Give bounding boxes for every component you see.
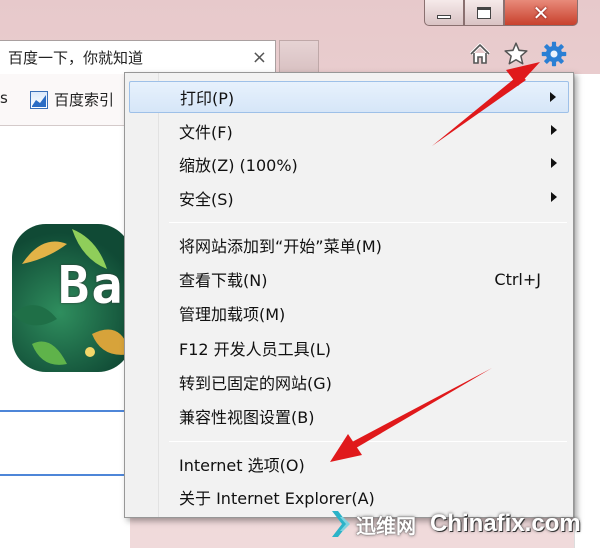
menu-separator [169,222,567,223]
menu-item-label: 安全(S) [179,190,234,209]
menu-item-dev-tools[interactable]: F12 开发人员工具(L) [159,332,569,364]
minimize-icon [437,14,451,19]
search-box-bottom-border [0,474,130,476]
submenu-arrow-icon [551,192,557,202]
menu-item-pinned-sites[interactable]: 转到已固定的网站(G) [159,366,569,398]
menu-item-label: 将网站添加到“开始”菜单(M) [179,237,382,256]
submenu-arrow-icon [551,158,557,168]
menu-item-label: 文件(F) [179,123,233,142]
minimize-button[interactable] [424,0,464,26]
tools-menu: 打印(P) 文件(F) 缩放(Z) (100%) 安全(S) 将网站添加到“开始… [124,72,574,518]
menu-item-manage-addons[interactable]: 管理加载项(M) [159,297,569,329]
menu-item-label: 缩放(Z) (100%) [179,156,298,175]
menu-item-add-to-start[interactable]: 将网站添加到“开始”菜单(M) [159,229,569,261]
favorites-bar-fragment: s [0,89,8,107]
menu-item-label: 转到已固定的网站(G) [179,374,332,393]
submenu-arrow-icon [551,125,557,135]
menu-item-label: 管理加载项(M) [179,305,286,324]
search-box-top-border [0,410,130,412]
menu-separator [169,441,567,442]
menu-item-label: 兼容性视图设置(B) [179,408,315,427]
page-content-right [574,74,600,548]
menu-item-label: Internet 选项(O) [179,456,305,475]
home-icon [469,43,491,64]
menu-item-label: 查看下载(N) [179,271,268,290]
menu-item-safety[interactable]: 安全(S) [159,182,569,214]
menu-item-compat-view[interactable]: 兼容性视图设置(B) [159,400,569,432]
menu-item-label: F12 开发人员工具(L) [179,340,332,359]
baidu-doodle-logo[interactable]: Ba [12,224,132,372]
tab-close-button[interactable]: × [252,47,267,68]
favorites-button[interactable] [502,40,530,68]
submenu-arrow-icon [550,92,556,102]
tools-button[interactable] [540,40,568,68]
menu-icon-strip [125,73,159,517]
gear-icon [541,41,567,67]
watermark-cn: 迅维网 [356,513,416,538]
chart-icon [30,90,48,109]
tab-title: 百度一下，你就知道 [8,49,144,67]
menu-item-shortcut: Ctrl+J [494,269,541,289]
menu-item-label: 打印(P) [180,89,235,108]
favorites-bar: s 百度索引 [0,74,130,126]
watermark: 迅维网 Chinafix.com [330,504,581,544]
maximize-icon [477,6,491,19]
menu-item-view-downloads[interactable]: 查看下载(N) Ctrl+J [159,263,569,295]
menu-item-print[interactable]: 打印(P) [129,81,569,113]
menu-item-internet-options[interactable]: Internet 选项(O) [159,448,569,480]
watermark-en: Chinafix.com [430,510,581,537]
star-icon [504,42,528,65]
menu-item-zoom[interactable]: 缩放(Z) (100%) [159,148,569,180]
watermark-logo-icon [332,511,350,537]
maximize-button[interactable] [464,0,504,26]
browser-tab[interactable]: 百度一下，你就知道 × [0,40,276,74]
favorites-item-baidu[interactable]: 百度索引 [54,89,114,110]
menu-item-file[interactable]: 文件(F) [159,115,569,147]
home-button[interactable] [466,40,494,68]
new-tab-button[interactable] [279,40,319,74]
close-button[interactable]: ✕ [504,0,578,26]
close-icon: ✕ [532,0,550,25]
